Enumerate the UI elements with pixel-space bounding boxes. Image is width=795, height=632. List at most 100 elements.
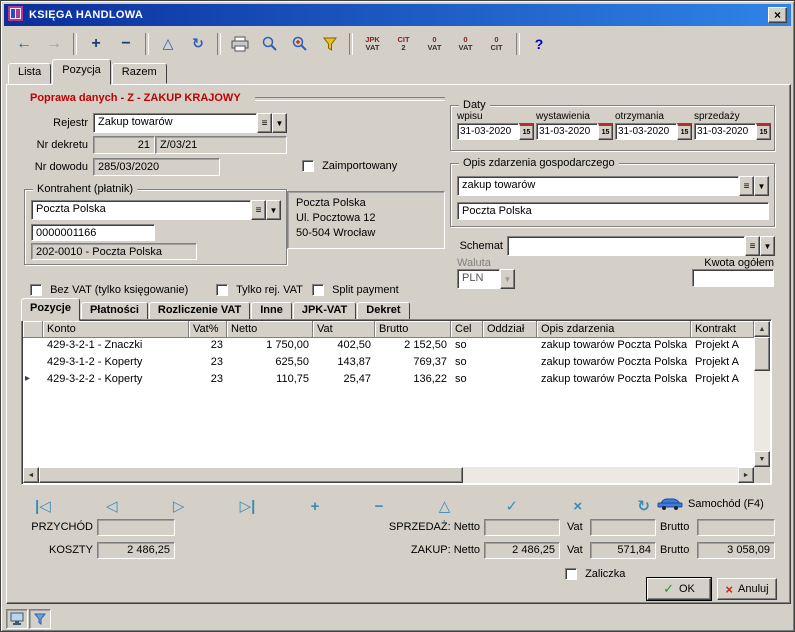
table-cell[interactable]: 769,37 bbox=[375, 355, 451, 372]
table-cell[interactable]: 23 bbox=[189, 338, 227, 355]
search-icon[interactable] bbox=[256, 31, 284, 57]
column-header[interactable]: Brutto bbox=[375, 321, 451, 338]
anuluj-button[interactable]: × Anuluj bbox=[717, 578, 777, 600]
nr-dowodu-field[interactable]: 285/03/2020 bbox=[93, 158, 220, 176]
search-edit-icon[interactable] bbox=[286, 31, 314, 57]
refresh-record-icon[interactable]: ↻ bbox=[637, 497, 650, 515]
waluta-combo[interactable]: PLN ▼ bbox=[457, 269, 515, 289]
list-icon[interactable]: ≡ bbox=[739, 176, 754, 196]
samochod-button[interactable]: Samochód (F4) bbox=[657, 495, 764, 513]
tab-inne[interactable]: Inne bbox=[251, 302, 292, 320]
tab-platnosci[interactable]: Płatności bbox=[81, 302, 148, 320]
table-cell[interactable]: 23 bbox=[189, 372, 227, 389]
kontrahent-konto-field[interactable]: 202-0010 - Poczta Polska bbox=[31, 243, 197, 260]
scrollbar-thumb[interactable] bbox=[39, 467, 463, 483]
table-cell[interactable]: zakup towarów Poczta Polska bbox=[537, 338, 691, 355]
zaimportowany-checkbox[interactable] bbox=[302, 160, 314, 172]
table-cell[interactable]: 110,75 bbox=[227, 372, 313, 389]
date-sprzedazy-field[interactable]: 31-03-2020 bbox=[694, 123, 756, 140]
scroll-down-icon[interactable]: ▼ bbox=[754, 451, 770, 467]
column-header[interactable]: Kontrakt bbox=[691, 321, 754, 338]
table-cell[interactable]: Projekt A bbox=[691, 372, 754, 389]
table-cell[interactable] bbox=[483, 372, 537, 389]
ok-button[interactable]: ✓ OK bbox=[647, 578, 711, 600]
chevron-down-icon[interactable]: ▼ bbox=[500, 269, 515, 289]
jpk-vat-button[interactable]: JPK VAT bbox=[358, 30, 387, 57]
column-header[interactable]: Konto bbox=[43, 321, 189, 338]
edit-icon[interactable]: △ bbox=[154, 31, 182, 57]
bez-vat-checkbox[interactable] bbox=[30, 284, 42, 296]
table-cell[interactable]: 402,50 bbox=[313, 338, 375, 355]
tab-rozliczenie-vat[interactable]: Rozliczenie VAT bbox=[149, 302, 250, 320]
close-icon[interactable]: × bbox=[768, 7, 787, 23]
date-wystawienia-field[interactable]: 31-03-2020 bbox=[536, 123, 598, 140]
delete-icon[interactable]: − bbox=[112, 31, 140, 57]
column-header[interactable]: Oddział bbox=[483, 321, 537, 338]
schemat-combo[interactable]: ≡ ▼ bbox=[507, 236, 775, 256]
date-otrzymania-field[interactable]: 31-03-2020 bbox=[615, 123, 677, 140]
table-cell[interactable]: zakup towarów Poczta Polska bbox=[537, 355, 691, 372]
scroll-left-icon[interactable]: ◄ bbox=[23, 467, 39, 483]
table-cell[interactable]: 1 750,00 bbox=[227, 338, 313, 355]
table-cell[interactable]: so bbox=[451, 338, 483, 355]
table-row[interactable]: 429-3-1-2 - Koperty23625,50143,87769,37s… bbox=[23, 355, 754, 372]
table-cell[interactable]: Projekt A bbox=[691, 338, 754, 355]
forward-icon[interactable]: → bbox=[40, 31, 68, 57]
tab-dekret[interactable]: Dekret bbox=[357, 302, 409, 320]
split-payment-checkbox[interactable] bbox=[312, 284, 324, 296]
calendar-icon[interactable]: 15 bbox=[756, 123, 771, 140]
table-cell[interactable]: 2 152,50 bbox=[375, 338, 451, 355]
help-icon[interactable]: ? bbox=[525, 31, 553, 57]
calendar-icon[interactable]: 15 bbox=[519, 123, 534, 140]
last-record-icon[interactable]: ▷| bbox=[240, 497, 256, 515]
table-cell[interactable]: 625,50 bbox=[227, 355, 313, 372]
table-cell[interactable]: 429-3-2-1 - Znaczki bbox=[43, 338, 189, 355]
table-cell[interactable]: Projekt A bbox=[691, 355, 754, 372]
tab-jpk-vat[interactable]: JPK-VAT bbox=[293, 302, 356, 320]
scroll-up-icon[interactable]: ▲ bbox=[754, 321, 770, 337]
chevron-down-icon[interactable]: ▼ bbox=[266, 200, 281, 220]
post-record-icon[interactable]: ✓ bbox=[506, 497, 519, 515]
nr-dekretu-field[interactable]: 21 bbox=[93, 136, 155, 154]
add-icon[interactable]: + bbox=[82, 31, 110, 57]
first-record-icon[interactable]: |◁ bbox=[35, 497, 51, 515]
filter-icon[interactable] bbox=[316, 31, 344, 57]
list-icon[interactable]: ≡ bbox=[257, 113, 272, 133]
list-icon[interactable]: ≡ bbox=[251, 200, 266, 220]
table-cell[interactable]: 429-3-1-2 - Koperty bbox=[43, 355, 189, 372]
calendar-icon[interactable]: 15 bbox=[598, 123, 613, 140]
column-header[interactable]: Opis zdarzenia bbox=[537, 321, 691, 338]
zero-vat-button[interactable]: 0 VAT bbox=[420, 30, 449, 57]
next-record-icon[interactable]: ▷ bbox=[173, 497, 185, 515]
column-header[interactable]: Vat bbox=[313, 321, 375, 338]
tab-pozycje[interactable]: Pozycje bbox=[21, 298, 80, 321]
vertical-scrollbar[interactable]: ▲ ▼ bbox=[754, 321, 770, 467]
table-cell[interactable]: 23 bbox=[189, 355, 227, 372]
computer-icon[interactable] bbox=[6, 609, 28, 629]
table-cell[interactable]: 136,22 bbox=[375, 372, 451, 389]
nr-dekretu-symbol-field[interactable]: Z/03/21 bbox=[155, 136, 287, 154]
edit-record-icon[interactable]: △ bbox=[439, 497, 451, 515]
table-cell[interactable]: 143,87 bbox=[313, 355, 375, 372]
chevron-down-icon[interactable]: ▼ bbox=[760, 236, 775, 256]
title-bar[interactable]: KSIĘGA HANDLOWA × bbox=[4, 4, 791, 26]
table-row[interactable]: ▸429-3-2-2 - Koperty23110,7525,47136,22s… bbox=[23, 372, 754, 389]
tab-pozycja[interactable]: Pozycja bbox=[52, 59, 111, 85]
column-header[interactable]: Cel bbox=[451, 321, 483, 338]
delete-record-icon[interactable]: − bbox=[375, 498, 384, 515]
table-cell[interactable]: so bbox=[451, 355, 483, 372]
opis-kontrahent-field[interactable]: Poczta Polska bbox=[457, 202, 769, 220]
print-icon[interactable] bbox=[226, 31, 254, 57]
table-cell[interactable]: zakup towarów Poczta Polska bbox=[537, 372, 691, 389]
kwota-ogolem-field[interactable] bbox=[692, 269, 774, 287]
filter-settings-icon[interactable] bbox=[29, 609, 51, 629]
scroll-right-icon[interactable]: ► bbox=[738, 467, 754, 483]
opis-combo[interactable]: zakup towarów ≡ ▼ bbox=[457, 176, 769, 196]
table-cell[interactable]: 429-3-2-2 - Koperty bbox=[43, 372, 189, 389]
table-cell[interactable]: 25,47 bbox=[313, 372, 375, 389]
list-icon[interactable]: ≡ bbox=[745, 236, 760, 256]
table-cell[interactable] bbox=[483, 338, 537, 355]
table-row[interactable]: 429-3-2-1 - Znaczki231 750,00402,502 152… bbox=[23, 338, 754, 355]
prev-record-icon[interactable]: ◁ bbox=[106, 497, 118, 515]
tab-razem[interactable]: Razem bbox=[112, 63, 167, 84]
